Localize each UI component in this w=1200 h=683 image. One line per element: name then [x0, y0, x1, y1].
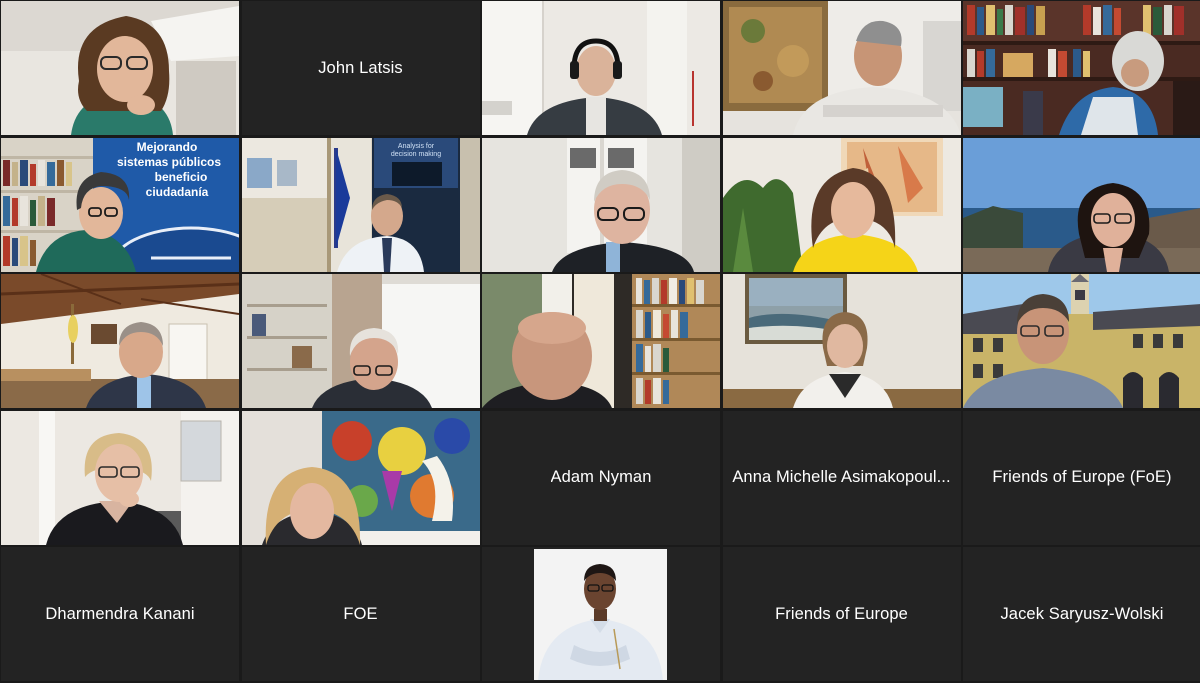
- participant-name: Friends of Europe: [775, 604, 908, 623]
- participant-name: Dharmendra Kanani: [45, 604, 195, 623]
- participant-profile-photo: [534, 549, 667, 680]
- participant-tile-video[interactable]: Mejorando sistemas públicos beneficio ci…: [1, 137, 239, 272]
- participant-tile-video[interactable]: [722, 1, 961, 135]
- participant-tile[interactable]: Anna Michelle Asimakopoul...: [722, 410, 961, 545]
- participant-video: [482, 1, 720, 135]
- participant-grid: John Latsis Mejorando sistemas públicos …: [0, 0, 1200, 683]
- participant-tile-video[interactable]: [722, 274, 961, 408]
- participant-name: Adam Nyman: [550, 468, 652, 486]
- participant-tile-video[interactable]: [963, 274, 1200, 408]
- participant-video: [722, 137, 961, 272]
- participant-tile[interactable]: Friends of Europe (FoE): [963, 410, 1200, 545]
- participant-video: [722, 274, 961, 408]
- participant-tile[interactable]: Adam Nyman: [482, 410, 720, 545]
- participant-tile[interactable]: Jacek Saryusz-Wolski: [963, 547, 1200, 681]
- participant-name: Jacek Saryusz-Wolski: [1000, 604, 1164, 623]
- participant-video: [482, 137, 720, 272]
- participant-tile-video[interactable]: [1, 410, 239, 545]
- participant-video: [1, 410, 239, 545]
- participant-video: [963, 137, 1200, 272]
- participant-tile-video[interactable]: [241, 410, 480, 545]
- participant-tile[interactable]: Dharmendra Kanani: [1, 547, 239, 681]
- banner-text: ciudadanía: [146, 185, 209, 199]
- participant-tile-video[interactable]: [482, 1, 720, 135]
- participant-video: [722, 1, 961, 135]
- participant-name: Friends of Europe (FoE): [992, 468, 1172, 486]
- participant-video: [963, 274, 1200, 408]
- participant-tile-video[interactable]: [963, 1, 1200, 135]
- participant-video: [482, 274, 720, 408]
- participant-tile-video[interactable]: Analysis for decision making: [241, 137, 480, 272]
- participant-name: John Latsis: [318, 58, 403, 77]
- poster-text: decision making: [390, 151, 440, 158]
- participant-tile-video[interactable]: [722, 137, 961, 272]
- participant-tile-video[interactable]: [1, 274, 239, 408]
- poster-text: Analysis for: [397, 143, 434, 150]
- participant-tile[interactable]: FOE: [241, 547, 480, 681]
- banner-text: Mejorando: [137, 140, 198, 154]
- participant-tile-video[interactable]: [241, 274, 480, 408]
- participant-tile-video[interactable]: [482, 137, 720, 272]
- participant-name: Anna Michelle Asimakopoul...: [732, 468, 951, 486]
- participant-video: Mejorando sistemas públicos beneficio ci…: [1, 137, 239, 272]
- participant-tile-video[interactable]: [963, 137, 1200, 272]
- participant-name: FOE: [343, 604, 378, 623]
- participant-video: Analysis for decision making: [241, 137, 480, 272]
- participant-tile-video[interactable]: [482, 274, 720, 408]
- participant-video: [241, 410, 480, 545]
- participant-video: [963, 1, 1200, 135]
- banner-text: sistemas públicos: [117, 155, 221, 169]
- banner-text: beneficio: [155, 170, 208, 184]
- participant-tile-video[interactable]: [1, 1, 239, 135]
- participant-video: [1, 274, 239, 408]
- participant-video: [1, 1, 239, 135]
- participant-tile-photo[interactable]: [482, 547, 720, 681]
- participant-video: [241, 274, 480, 408]
- participant-tile[interactable]: Friends of Europe: [722, 547, 961, 681]
- participant-tile[interactable]: John Latsis: [241, 1, 480, 135]
